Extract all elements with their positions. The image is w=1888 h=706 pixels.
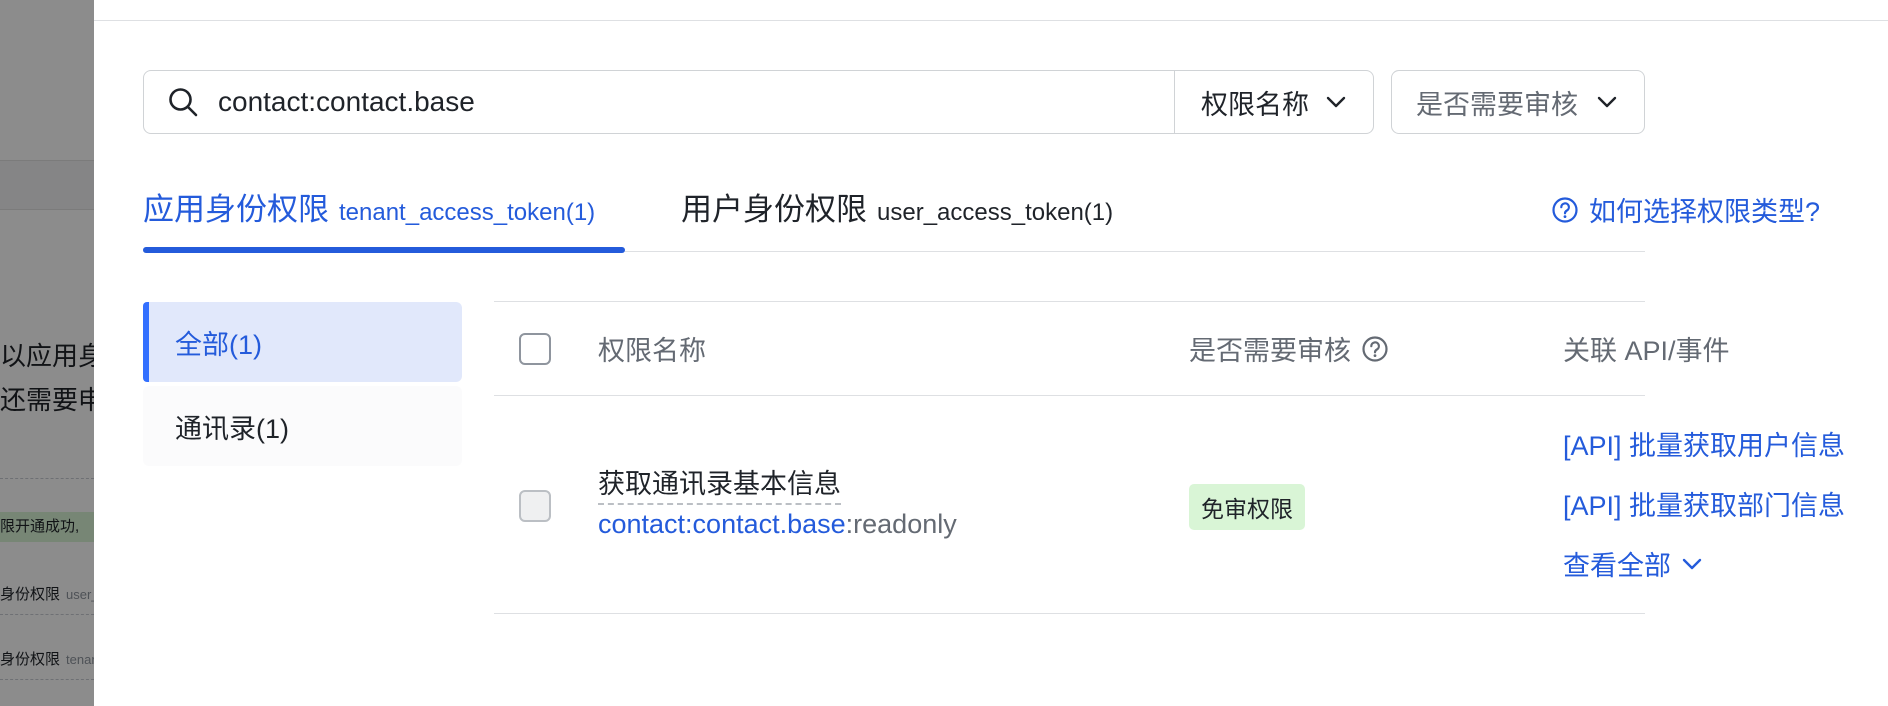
permission-code-match: contact:contact.base (598, 509, 846, 539)
tab-title: 用户身份权限 (681, 192, 867, 227)
category-item-all[interactable]: 全部(1) (143, 302, 462, 382)
category-list: 全部(1) 通讯录(1) (143, 302, 462, 466)
tab-tenant-permissions[interactable]: 应用身份权限 tenant_access_token(1) (143, 184, 595, 229)
column-header-related: 关联 API/事件 (1563, 302, 1730, 395)
search-input[interactable]: contact:contact.base (218, 86, 1174, 118)
related-api-link[interactable]: [API] 批量获取部门信息 (1563, 484, 1845, 523)
chevron-down-icon (1325, 91, 1347, 113)
tab-subtitle: user_access_token(1) (877, 199, 1114, 226)
question-circle-icon[interactable] (1361, 335, 1389, 363)
review-filter-select[interactable]: 是否需要审核 (1391, 70, 1645, 134)
permission-drawer: contact:contact.base 权限名称 是否需要审核 应用身份权限 … (94, 0, 1888, 706)
search-field-select-label: 权限名称 (1201, 89, 1309, 120)
chevron-down-icon (1681, 553, 1703, 575)
permissions-table: 权限名称 是否需要审核 关联 API/事件 获取通讯录基本信息 contact:… (494, 301, 1845, 614)
select-all-checkbox[interactable] (519, 333, 551, 365)
review-status-badge: 免审权限 (1189, 484, 1305, 530)
permission-name[interactable]: 获取通讯录基本信息 (598, 462, 841, 505)
column-header-review: 是否需要审核 (1189, 302, 1389, 395)
view-all-link[interactable]: 查看全部 (1563, 544, 1703, 583)
help-link-label: 如何选择权限类型? (1589, 197, 1821, 227)
permission-type-help-link[interactable]: 如何选择权限类型? (1551, 190, 1820, 229)
permission-code-rest: :readonly (845, 509, 957, 539)
related-api-link[interactable]: [API] 批量获取用户信息 (1563, 424, 1845, 463)
permission-code: contact:contact.base:readonly (598, 509, 957, 540)
question-circle-icon (1551, 196, 1579, 224)
chevron-down-icon (1596, 91, 1618, 113)
tab-user-permissions[interactable]: 用户身份权限 user_access_token(1) (681, 184, 1113, 229)
search-field-select[interactable]: 权限名称 (1175, 71, 1373, 133)
search-bar: contact:contact.base 权限名称 (143, 70, 1374, 134)
table-row: 获取通讯录基本信息 contact:contact.base:readonly … (494, 396, 1845, 614)
column-header-name-label: 权限名称 (598, 336, 706, 366)
row-checkbox[interactable] (519, 490, 551, 522)
category-item-contacts[interactable]: 通讯录(1) (143, 386, 462, 466)
tab-title: 应用身份权限 (143, 192, 329, 227)
table-header: 权限名称 是否需要审核 关联 API/事件 (494, 301, 1730, 396)
drawer-header-divider (94, 20, 1888, 21)
tab-subtitle: tenant_access_token(1) (339, 199, 596, 226)
active-tab-indicator (143, 247, 625, 253)
view-all-label: 查看全部 (1563, 551, 1671, 581)
modal-mask[interactable] (0, 0, 94, 706)
review-filter-placeholder: 是否需要审核 (1416, 89, 1578, 120)
column-header-related-label: 关联 API/事件 (1563, 336, 1730, 366)
column-header-review-label: 是否需要审核 (1189, 336, 1351, 366)
search-icon (166, 85, 200, 119)
column-header-name: 权限名称 (598, 302, 706, 395)
